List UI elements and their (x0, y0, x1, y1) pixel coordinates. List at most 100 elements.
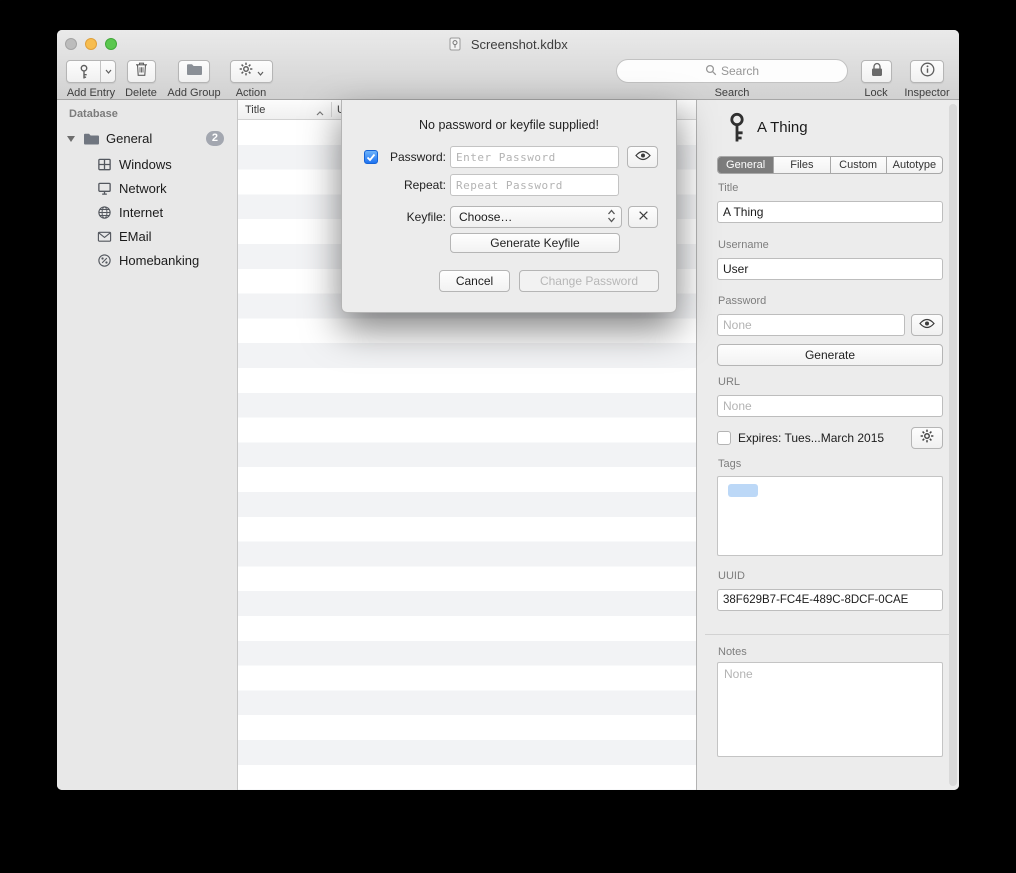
action-label: Action (236, 87, 267, 99)
entry-count-badge: 2 (206, 131, 224, 146)
search-placeholder: Search (721, 64, 759, 78)
url-label: URL (718, 376, 740, 388)
tags-field[interactable] (717, 476, 943, 556)
gear-icon (239, 62, 253, 81)
envelope-icon (97, 229, 112, 244)
group-label: General (106, 131, 152, 146)
info-icon (920, 62, 935, 82)
column-divider[interactable] (331, 102, 332, 117)
notes-field[interactable] (717, 662, 943, 757)
group-label: Network (119, 181, 167, 196)
change-password-button[interactable]: Change Password (519, 270, 659, 292)
sidebar: Database General 2 Windows Network Inter… (57, 100, 238, 790)
folder-icon (83, 132, 100, 146)
repeat-password-input[interactable] (450, 174, 619, 196)
entry-title: A Thing (757, 119, 808, 136)
expires-checkbox[interactable] (717, 431, 731, 445)
group-label: Internet (119, 205, 163, 220)
percent-icon (97, 253, 112, 268)
cancel-button[interactable]: Cancel (439, 270, 510, 292)
lock-button[interactable] (861, 60, 892, 83)
divider (705, 634, 951, 635)
eye-icon (635, 148, 651, 166)
sidebar-item-email[interactable]: EMail (57, 224, 237, 248)
chevron-down-icon (257, 63, 264, 81)
sidebar-item-windows[interactable]: Windows (57, 152, 237, 176)
lock-label: Lock (864, 87, 887, 99)
username-label: Username (718, 239, 769, 251)
add-group-label: Add Group (167, 87, 220, 99)
notes-label: Notes (718, 646, 747, 658)
uuid-field[interactable] (717, 589, 943, 611)
password-label: Password (718, 295, 766, 307)
keyfile-popup[interactable]: Choose… (450, 206, 622, 228)
popup-stepper-icon (607, 209, 616, 226)
group-label: EMail (119, 229, 152, 244)
add-entry-label: Add Entry (67, 87, 115, 99)
chevron-down-icon[interactable] (100, 61, 115, 82)
sidebar-item-internet[interactable]: Internet (57, 200, 237, 224)
add-group-button[interactable] (178, 60, 210, 83)
tab-general[interactable]: General (718, 157, 774, 173)
titlebar: Screenshot.kdbx (57, 37, 959, 54)
username-field[interactable] (717, 258, 943, 280)
trash-icon (135, 61, 148, 82)
globe-icon (97, 205, 112, 220)
inspector-tabs: General Files Custom Autotype (717, 156, 943, 174)
sidebar-item-network[interactable]: Network (57, 176, 237, 200)
show-password-button[interactable] (911, 314, 943, 336)
delete-button[interactable] (127, 60, 156, 83)
search-icon (705, 64, 717, 79)
generate-keyfile-button[interactable]: Generate Keyfile (450, 233, 620, 253)
window-title-text: Screenshot.kdbx (471, 37, 568, 52)
search-input[interactable]: Search (616, 59, 848, 83)
key-icon (726, 112, 748, 148)
inspector-scrollbar[interactable] (949, 104, 957, 786)
title-field[interactable] (717, 201, 943, 223)
tab-files[interactable]: Files (774, 157, 830, 173)
tags-label: Tags (718, 458, 741, 470)
search-label: Search (715, 87, 750, 99)
disclosure-triangle-icon[interactable] (67, 136, 75, 142)
show-password-button[interactable] (627, 146, 658, 168)
expires-label: Expires: Tues...March 2015 (738, 431, 884, 445)
action-button[interactable] (230, 60, 273, 83)
expires-settings-button[interactable] (911, 427, 943, 449)
inspector-button[interactable] (910, 60, 944, 83)
app-window: Screenshot.kdbx Add Entry Delete Add Gro… (57, 30, 959, 790)
password-input[interactable] (450, 146, 619, 168)
document-icon (448, 37, 462, 54)
generate-password-button[interactable]: Generate (717, 344, 943, 366)
repeat-label: Repeat: (372, 174, 446, 196)
column-header-title[interactable]: Title (245, 104, 265, 116)
sidebar-item-general[interactable]: General 2 (57, 126, 237, 151)
gear-icon (920, 429, 934, 448)
eye-icon (919, 316, 935, 334)
key-icon (67, 64, 100, 80)
tab-custom[interactable]: Custom (831, 157, 887, 173)
keyfile-label: Keyfile: (372, 206, 446, 228)
url-field[interactable] (717, 395, 943, 417)
tab-autotype[interactable]: Autotype (887, 157, 942, 173)
uuid-label: UUID (718, 570, 745, 582)
windows-icon (97, 157, 112, 172)
title-label: Title (718, 182, 738, 194)
folder-icon (186, 63, 203, 81)
window-chrome: Screenshot.kdbx Add Entry Delete Add Gro… (57, 30, 959, 100)
sheet-message: No password or keyfile supplied! (342, 118, 676, 132)
clear-keyfile-button[interactable] (628, 206, 658, 228)
password-field[interactable] (717, 314, 905, 336)
sort-ascending-icon (316, 107, 324, 119)
add-entry-button[interactable] (66, 60, 116, 83)
close-x-icon (638, 208, 649, 226)
lock-icon (871, 62, 883, 82)
delete-label: Delete (125, 87, 157, 99)
tag-chip[interactable] (728, 484, 758, 497)
sidebar-item-homebanking[interactable]: Homebanking (57, 248, 237, 272)
change-password-sheet: No password or keyfile supplied! Passwor… (341, 100, 677, 313)
password-label: Password: (372, 146, 446, 168)
group-label: Windows (119, 157, 172, 172)
group-label: Homebanking (119, 253, 199, 268)
inspector-label: Inspector (904, 87, 949, 99)
keyfile-popup-value: Choose… (459, 210, 512, 224)
